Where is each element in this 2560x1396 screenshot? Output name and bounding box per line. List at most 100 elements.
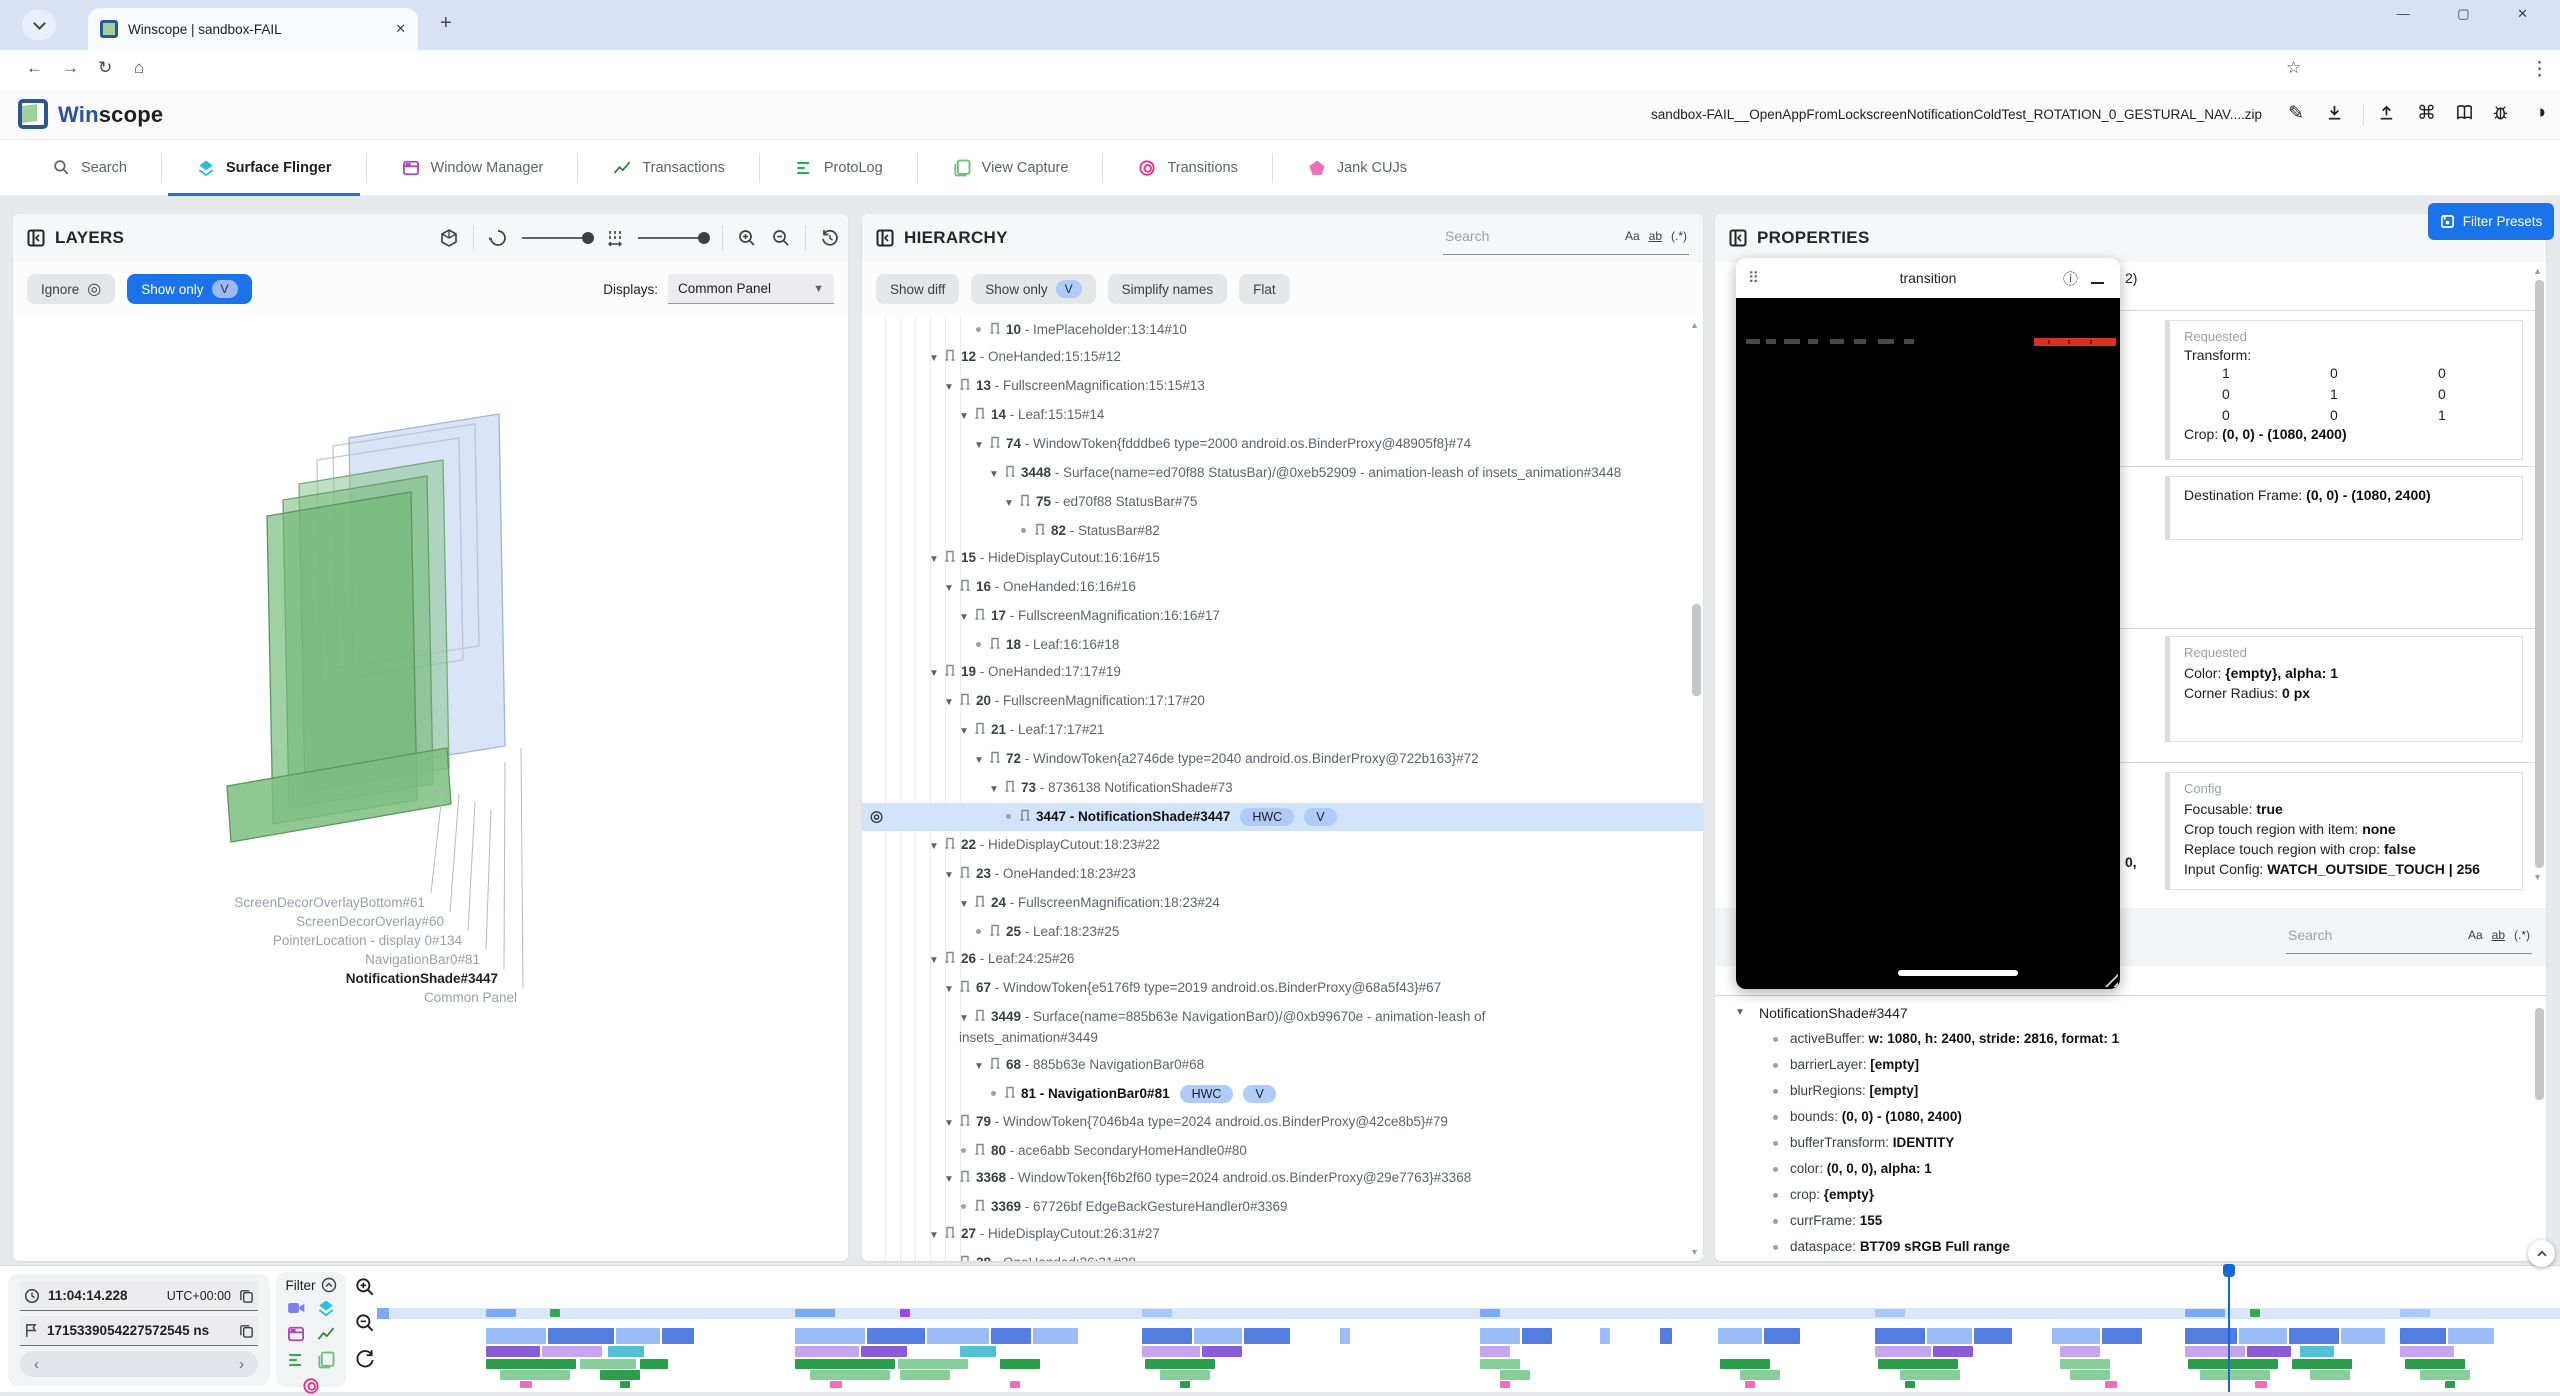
- panel-collapse-icon[interactable]: [27, 229, 45, 247]
- report-bug-icon[interactable]: [2491, 103, 2510, 122]
- screenshot-overlay-card[interactable]: ⠿ transition ⓘ: [1736, 258, 2120, 989]
- chip-simplify-names[interactable]: Simplify names: [1108, 274, 1228, 304]
- chip-show-diff[interactable]: Show diff: [876, 274, 959, 304]
- expand-arrow-icon[interactable]: ▼: [959, 722, 975, 741]
- expand-arrow-icon[interactable]: ▼: [929, 837, 945, 856]
- tree-node-21[interactable]: ▼21 - Leaf:17:17#21: [862, 716, 1703, 745]
- tree-node-68[interactable]: ▼68 - 885b63e NavigationBar0#68: [862, 1051, 1703, 1080]
- hierarchy-search-input[interactable]: Search Aa ab (.*): [1443, 221, 1689, 255]
- tree-node-80[interactable]: 80 - ace6abb SecondaryHomeHandle0#80: [862, 1137, 1703, 1164]
- range-left-handle[interactable]: [377, 1308, 389, 1319]
- timeline-playhead[interactable]: [2228, 1266, 2230, 1392]
- ns-time-input[interactable]: 1715339054227572545 ns: [20, 1316, 258, 1346]
- expand-arrow-icon[interactable]: ▼: [944, 980, 960, 999]
- back-icon[interactable]: ←: [26, 58, 43, 78]
- expand-arrow-icon[interactable]: ▼: [929, 664, 945, 683]
- scroll-down-icon[interactable]: ▼: [1690, 1247, 1699, 1257]
- node-property-row[interactable]: blurRegions: [empty]: [1715, 1078, 2532, 1104]
- expand-arrow-icon[interactable]: ▼: [974, 1057, 990, 1076]
- tree-node-73[interactable]: ▼73 - 8736138 NotificationShade#73: [862, 774, 1703, 803]
- expand-arrow-icon[interactable]: ▼: [944, 579, 960, 598]
- displays-select[interactable]: Common Panel▼: [668, 274, 834, 304]
- expand-arrow-icon[interactable]: ▼: [929, 550, 945, 569]
- tree-node-25[interactable]: 25 - Leaf:18:23#25: [862, 918, 1703, 945]
- rotation-slider[interactable]: [522, 237, 592, 239]
- tab-search-button[interactable]: [22, 10, 56, 40]
- tab-search[interactable]: Search: [18, 140, 161, 196]
- tree-node-16[interactable]: ▼16 - OneHanded:16:16#16: [862, 573, 1703, 602]
- node-property-row[interactable]: barrierLayer: [empty]: [1715, 1052, 2532, 1078]
- expand-timeline-button[interactable]: [2528, 1240, 2555, 1267]
- camera-icon[interactable]: [286, 1298, 306, 1318]
- scroll-up-icon[interactable]: ▲: [1690, 320, 1699, 330]
- tab-view-capture[interactable]: View Capture: [918, 140, 1103, 196]
- tree-node-28[interactable]: ▼28 - OneHanded:26:31#28: [862, 1249, 1703, 1261]
- tab-transactions[interactable]: Transactions: [578, 140, 758, 196]
- resize-handle-icon[interactable]: [2100, 969, 2118, 987]
- zoom-in-icon[interactable]: [737, 228, 757, 248]
- tree-node-3449[interactable]: ▼3449 - Surface(name=885b63e NavigationB…: [862, 1003, 1703, 1051]
- expand-arrow-icon[interactable]: ▼: [974, 436, 990, 455]
- node-property-row[interactable]: bounds: (0, 0) - (1080, 2400): [1715, 1104, 2532, 1130]
- regex-icon[interactable]: (.*): [1671, 229, 1687, 243]
- panel-collapse-icon[interactable]: [876, 229, 894, 247]
- tree-node-24[interactable]: ▼24 - FullscreenMagnification:18:23#24: [862, 889, 1703, 918]
- tree-node-23[interactable]: ▼23 - OneHanded:18:23#23: [862, 860, 1703, 889]
- hierarchy-scrollbar[interactable]: [1692, 604, 1701, 696]
- tree-node-72[interactable]: ▼72 - WindowToken{a2746de type=2040 andr…: [862, 745, 1703, 774]
- tree-node-74[interactable]: ▼74 - WindowToken{fdddbe6 type=2000 andr…: [862, 430, 1703, 459]
- tree-node-13[interactable]: ▼13 - FullscreenMagnification:15:15#13: [862, 372, 1703, 401]
- tree-node-10[interactable]: 10 - ImePlaceholder:13:14#10: [862, 316, 1703, 343]
- ignore-toggle[interactable]: Ignore◎: [27, 274, 115, 304]
- expand-arrow-icon[interactable]: ▼: [989, 780, 1005, 799]
- layer-spacing-icon[interactable]: [606, 229, 624, 247]
- bookmark-star-icon[interactable]: ☆: [2286, 58, 2301, 78]
- tree-node-3369[interactable]: 3369 - 67726bf EdgeBackGestureHandler0#3…: [862, 1193, 1703, 1220]
- home-icon[interactable]: ⌂: [134, 58, 144, 78]
- expand-arrow-icon[interactable]: ▼: [944, 693, 960, 712]
- download-icon[interactable]: [2325, 103, 2344, 122]
- expand-arrow-icon[interactable]: ▼: [959, 1009, 975, 1028]
- zoom-in-icon[interactable]: [354, 1276, 376, 1298]
- tree-node-20[interactable]: ▼20 - FullscreenMagnification:17:17#20: [862, 687, 1703, 716]
- expand-arrow-icon[interactable]: ▼: [944, 378, 960, 397]
- reset-view-icon[interactable]: [820, 228, 840, 248]
- tree-node-27[interactable]: ▼27 - HideDisplayCutout:26:31#27: [862, 1220, 1703, 1249]
- tree-node-14[interactable]: ▼14 - Leaf:15:15#14: [862, 401, 1703, 430]
- node-property-row[interactable]: dataspace: BT709 sRGB Full range: [1715, 1234, 2532, 1260]
- expand-arrow-icon[interactable]: ▼: [959, 895, 975, 914]
- expand-arrow-icon[interactable]: ▼: [944, 866, 960, 885]
- reset-zoom-icon[interactable]: [354, 1348, 376, 1370]
- chip-flat[interactable]: Flat: [1239, 274, 1290, 304]
- human-time-input[interactable]: 11:04:14.228 UTC+00:00: [20, 1281, 258, 1311]
- expand-arrow-icon[interactable]: ▼: [929, 349, 945, 368]
- spacing-slider[interactable]: [638, 237, 708, 239]
- expand-arrow-icon[interactable]: ▼: [929, 1226, 945, 1245]
- match-word-icon[interactable]: ab: [2492, 928, 2505, 942]
- wm-icon[interactable]: [286, 1324, 306, 1344]
- regex-icon[interactable]: (.*): [2514, 928, 2530, 942]
- tree-node-26[interactable]: ▼26 - Leaf:24:25#26: [862, 945, 1703, 974]
- node-property-row[interactable]: activeBuffer: w: 1080, h: 2400, stride: …: [1715, 1026, 2532, 1052]
- zoom-out-icon[interactable]: [771, 228, 791, 248]
- node-property-row[interactable]: currFrame: 155: [1715, 1208, 2532, 1234]
- tree-node-3368[interactable]: ▼3368 - WindowToken{f6b2f60 type=2024 an…: [862, 1164, 1703, 1193]
- tree-node-81[interactable]: 81 - NavigationBar0#81HWCV: [862, 1080, 1703, 1108]
- info-icon[interactable]: ⓘ: [2063, 268, 2078, 289]
- tree-node-15[interactable]: ▼15 - HideDisplayCutout:16:16#15: [862, 544, 1703, 573]
- edit-icon[interactable]: ✎: [2288, 102, 2304, 125]
- tab-transitions[interactable]: Transitions: [1103, 140, 1271, 196]
- tr-icon[interactable]: [301, 1376, 321, 1396]
- reload-icon[interactable]: ↻: [98, 58, 112, 78]
- collapse-filter-icon[interactable]: [321, 1277, 337, 1293]
- match-case-icon[interactable]: Aa: [1625, 229, 1640, 243]
- copy-icon[interactable]: [239, 1323, 254, 1338]
- copy-icon[interactable]: [239, 1288, 254, 1303]
- properties-scrollbar[interactable]: [2535, 280, 2544, 868]
- expand-arrow-icon[interactable]: ▼: [929, 951, 945, 970]
- tree-node-82[interactable]: 82 - StatusBar#82: [862, 517, 1703, 544]
- tx-icon[interactable]: [316, 1324, 336, 1344]
- expand-arrow-icon[interactable]: ▼: [974, 751, 990, 770]
- sf-icon[interactable]: [316, 1298, 336, 1318]
- tree-node-19[interactable]: ▼19 - OneHanded:17:17#19: [862, 658, 1703, 687]
